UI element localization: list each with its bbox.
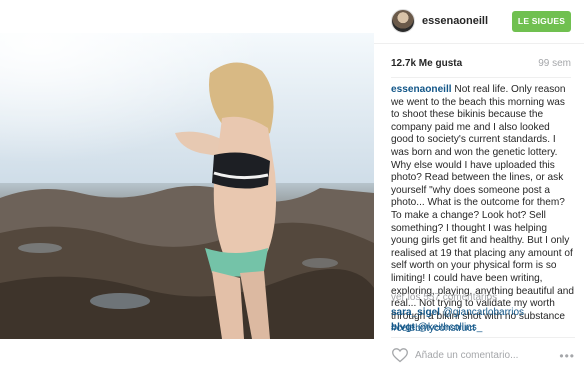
more-options-icon[interactable]: ••• (559, 349, 575, 363)
post-age[interactable]: 99 sem (538, 58, 571, 69)
post-side-panel: essenaoneill LE SIGUES 12.7k Me gusta 99… (374, 0, 584, 373)
following-button[interactable]: LE SIGUES (512, 11, 571, 32)
post-photo[interactable] (0, 33, 374, 339)
add-comment-input[interactable]: Añade un comentario... (415, 350, 518, 361)
avatar[interactable] (391, 9, 415, 33)
comment-user[interactable]: blvgt (391, 322, 415, 333)
comment-user[interactable]: sara_sigel (391, 307, 440, 318)
comment-item: sara_sigel @giancarlobarrios (391, 307, 524, 318)
header-username[interactable]: essenaoneill (422, 15, 488, 27)
comment-mention[interactable]: @giancarlobarrios (443, 307, 524, 318)
caption-text: Not real life. Only reason we went to th… (391, 84, 574, 322)
comment-footer: Añade un comentario... ••• (391, 337, 575, 373)
post-header: essenaoneill LE SIGUES (374, 0, 584, 44)
likes-count[interactable]: 12.7k Me gusta (391, 58, 462, 69)
comment-mention[interactable]: @keithcollins_ (418, 322, 483, 333)
caption-author[interactable]: essenaoneill (391, 84, 452, 95)
divider (391, 77, 571, 78)
comment-item: blvgt @keithcollins_ (391, 322, 482, 333)
photo-illustration (0, 33, 374, 339)
heart-icon[interactable] (391, 347, 409, 363)
post-stats: 12.7k Me gusta 99 sem (391, 58, 571, 70)
view-all-comments-link[interactable]: ver los 557 comentarios (391, 292, 497, 303)
